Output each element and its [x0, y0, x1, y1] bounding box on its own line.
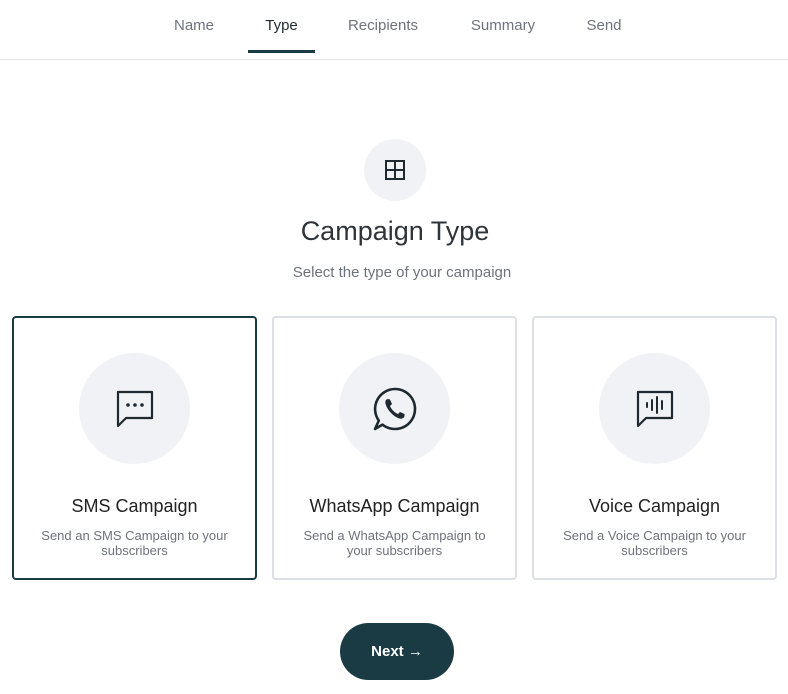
tab-send[interactable]: Send	[580, 0, 628, 52]
sms-campaign-card[interactable]: SMS Campaign Send an SMS Campaign to you…	[12, 316, 257, 580]
card-title: SMS Campaign	[71, 496, 198, 516]
card-title: Voice Campaign	[588, 496, 721, 516]
tab-type[interactable]: Type	[248, 0, 315, 53]
step-tabs: Name Type Recipients Summary Send	[0, 0, 788, 60]
voice-campaign-card[interactable]: Voice Campaign Send a Voice Campaign to …	[532, 316, 777, 580]
card-description: Send a Voice Campaign to your subscriber…	[563, 528, 746, 558]
card-description: Send a WhatsApp Campaign to your subscri…	[303, 528, 486, 558]
voice-message-icon	[599, 353, 710, 464]
card-description: Send an SMS Campaign to your subscribers	[41, 528, 228, 558]
next-button[interactable]: Next →	[340, 623, 454, 680]
tab-recipients[interactable]: Recipients	[342, 0, 424, 52]
page-subtitle: Select the type of your campaign	[292, 264, 512, 281]
whatsapp-icon	[339, 353, 450, 464]
card-title: WhatsApp Campaign	[309, 496, 480, 516]
grid-icon	[364, 139, 426, 201]
page-title: Campaign Type	[300, 216, 490, 246]
tab-name[interactable]: Name	[166, 0, 222, 52]
whatsapp-campaign-card[interactable]: WhatsApp Campaign Send a WhatsApp Campai…	[272, 316, 517, 580]
tab-summary[interactable]: Summary	[463, 0, 543, 52]
message-dots-icon	[79, 353, 190, 464]
